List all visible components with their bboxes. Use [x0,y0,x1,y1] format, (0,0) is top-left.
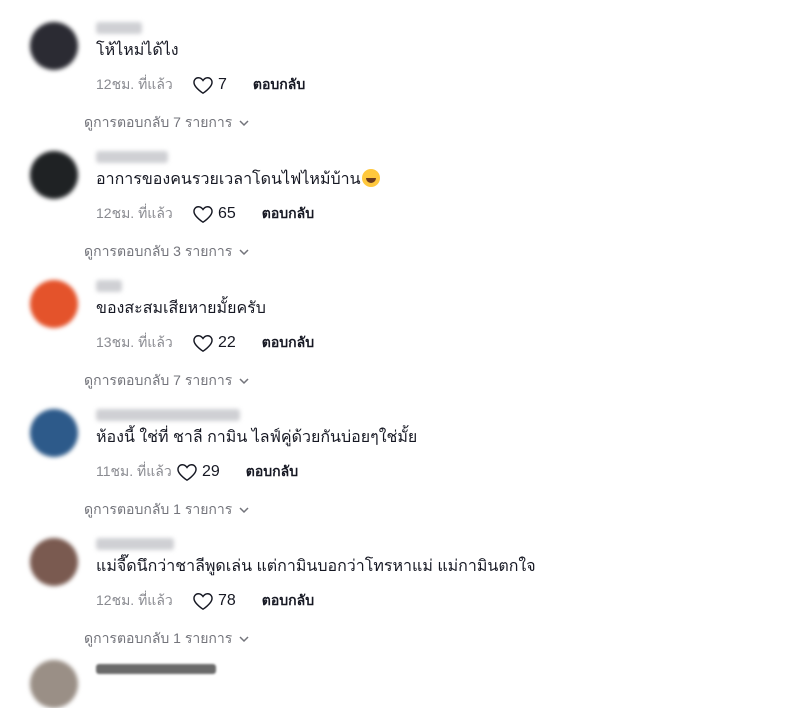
reply-button[interactable]: ตอบกลับ [262,590,314,612]
like-button[interactable]: 29 [176,462,220,482]
like-count: 7 [218,76,227,93]
view-replies-button[interactable]: ดูการตอบกลับ 3 รายการ [84,241,250,263]
comment-meta: 12ชม. ที่แล้ว 78 ตอบกลับ [96,590,314,612]
view-replies-label: ดูการตอบกลับ 1 รายการ [84,630,233,646]
reply-button[interactable]: ตอบกลับ [262,203,314,225]
avatar[interactable] [30,538,78,586]
like-count: 22 [218,334,236,351]
username-blurred[interactable] [96,409,240,421]
reply-button[interactable]: ตอบกลับ [253,74,305,96]
avatar[interactable] [30,409,78,457]
like-button[interactable]: 65 [192,204,236,224]
view-replies-button[interactable]: ดูการตอบกลับ 7 รายการ [84,112,250,134]
chevron-down-icon [239,378,249,385]
comment-text: ของสะสมเสียหายมั้ยครับ [96,300,266,317]
view-replies-button[interactable]: ดูการตอบกลับ 1 รายการ [84,628,250,650]
comment-item: โห้ไหม่ได้ไง 12ชม. ที่แล้ว 7 ตอบกลับ ดูก… [0,22,800,150]
comment-meta: 11ชม. ที่แล้ว 29 ตอบกลับ [96,461,298,483]
comment-item: แม่จี๊ดนึกว่าชาลีพูดเล่น แต่กามินบอกว่าโ… [0,538,800,666]
view-replies-label: ดูการตอบกลับ 7 รายการ [84,114,233,130]
comment-time: 13ชม. ที่แล้ว [96,334,173,350]
chevron-down-icon [239,636,249,643]
chevron-down-icon [239,249,249,256]
comment-item: ของสะสมเสียหายมั้ยครับ 13ชม. ที่แล้ว 22 … [0,280,800,408]
laughing-tears-emoji [361,169,380,187]
view-replies-button[interactable]: ดูการตอบกลับ 7 รายการ [84,370,250,392]
reply-button[interactable]: ตอบกลับ [246,461,298,483]
heart-outline-icon [193,334,213,353]
comment-time: 12ชม. ที่แล้ว [96,76,173,92]
username-blurred[interactable] [96,151,168,163]
like-count: 29 [202,463,220,480]
view-replies-button[interactable]: ดูการตอบกลับ 1 รายการ [84,499,250,521]
comment-time: 12ชม. ที่แล้ว [96,205,173,221]
comment-time: 11ชม. ที่แล้ว [96,463,172,479]
comment-text: แม่จี๊ดนึกว่าชาลีพูดเล่น แต่กามินบอกว่าโ… [96,558,536,575]
comment-item: อาการของคนรวยเวลาโดนไฟไหม้บ้าน 12ชม. ที่… [0,151,800,279]
like-count: 65 [218,205,236,222]
like-count: 78 [218,592,236,609]
like-button[interactable]: 78 [192,591,236,611]
heart-outline-icon [177,463,197,482]
avatar[interactable] [30,22,78,70]
comment-text: ห้องนี้ ใช่ที่ ชาลี กามิน ไลฟ์คู่ด้วยกัน… [96,429,418,446]
username-blurred[interactable] [96,280,122,292]
comment-meta: 13ชม. ที่แล้ว 22 ตอบกลับ [96,332,314,354]
like-button[interactable]: 22 [192,333,236,353]
view-replies-label: ดูการตอบกลับ 1 รายการ [84,501,233,517]
avatar[interactable] [30,151,78,199]
comment-text: อาการของคนรวยเวลาโดนไฟไหม้บ้าน [96,169,380,191]
comment-item: ห้องนี้ ใช่ที่ ชาลี กามิน ไลฟ์คู่ด้วยกัน… [0,409,800,537]
chevron-down-icon [239,120,249,127]
username-blurred[interactable] [96,538,174,550]
comment-meta: 12ชม. ที่แล้ว 7 ตอบกลับ [96,74,305,96]
view-replies-label: ดูการตอบกลับ 3 รายการ [84,243,233,259]
comment-time: 12ชม. ที่แล้ว [96,592,173,608]
comment-text: โห้ไหม่ได้ไง [96,42,179,59]
avatar[interactable] [30,280,78,328]
comment-meta: 12ชม. ที่แล้ว 65 ตอบกลับ [96,203,314,225]
reply-button[interactable]: ตอบกลับ [262,332,314,354]
heart-outline-icon [193,592,213,611]
like-button[interactable]: 7 [192,75,227,95]
heart-outline-icon [193,205,213,224]
chevron-down-icon [239,507,249,514]
avatar[interactable] [30,660,78,708]
view-replies-label: ดูการตอบกลับ 7 รายการ [84,372,233,388]
heart-outline-icon [193,76,213,95]
username-blurred[interactable] [96,664,216,674]
username-blurred[interactable] [96,22,142,34]
